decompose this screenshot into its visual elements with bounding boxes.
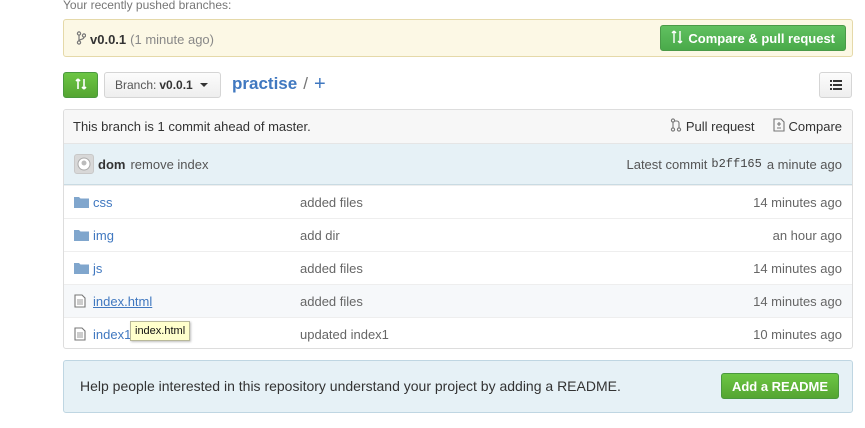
readme-prompt: Help people interested in this repositor… <box>63 360 853 413</box>
pull-request-label: Pull request <box>685 119 755 134</box>
branch-select-value: v0.0.1 <box>159 78 193 92</box>
folder-icon <box>74 196 90 208</box>
compare-icon <box>671 30 683 47</box>
file-commit-message[interactable]: added files <box>300 294 363 309</box>
branch-info-bar: This branch is 1 commit ahead of master.… <box>64 110 852 144</box>
file-name-link[interactable]: index.html <box>93 294 152 309</box>
chevron-down-icon <box>199 83 208 87</box>
repo-name-link[interactable]: practise <box>232 74 297 94</box>
branch-select-button[interactable]: Branch: v0.0.1 <box>104 72 221 98</box>
latest-commit-label: Latest commit <box>626 156 708 172</box>
branch-select-prefix: Branch: <box>115 78 157 92</box>
file-age: 14 minutes ago <box>753 293 842 309</box>
file-name-link[interactable]: img <box>93 228 114 243</box>
new-file-button[interactable]: + <box>314 74 326 94</box>
file-age: 14 minutes ago <box>753 260 842 276</box>
file-commit-message[interactable]: add dir <box>300 228 340 243</box>
file-commit-message[interactable]: added files <box>300 195 363 210</box>
avatar[interactable] <box>74 154 94 174</box>
file-row-css: css added files 14 minutes ago <box>64 185 852 218</box>
pull-request-icon <box>670 118 682 135</box>
file-icon <box>74 294 90 308</box>
list-icon <box>829 78 842 93</box>
file-name-link[interactable]: index1 <box>93 327 131 342</box>
breadcrumb-separator: / <box>303 74 308 93</box>
compare-review-button[interactable] <box>63 72 98 98</box>
file-age: 14 minutes ago <box>753 194 842 210</box>
recent-branch-notice: v0.0.1 (1 minute ago) Compare & pull req… <box>63 19 853 57</box>
compare-link[interactable]: Compare <box>772 118 842 135</box>
file-row-img: img add dir an hour ago <box>64 218 852 251</box>
file-browser: This branch is 1 commit ahead of master.… <box>63 109 853 349</box>
commit-message[interactable]: remove index <box>130 157 208 172</box>
file-age: an hour ago <box>772 227 842 243</box>
folder-icon <box>74 229 90 241</box>
recent-branch-info: v0.0.1 (1 minute ago) <box>76 31 214 48</box>
recent-branch-link[interactable]: v0.0.1 <box>90 32 126 47</box>
file-row-index-html: index.html added files 14 minutes ago <box>64 284 852 317</box>
folder-icon <box>74 262 90 274</box>
commit-sha[interactable]: b2ff165 <box>711 157 761 171</box>
readme-prompt-text: Help people interested in this repositor… <box>80 378 621 394</box>
file-age: 10 minutes ago <box>753 326 842 342</box>
commit-author[interactable]: dom <box>98 157 125 172</box>
compare-review-icon <box>74 77 88 94</box>
compare-pull-request-label: Compare & pull request <box>688 30 835 46</box>
breadcrumb: practise / + <box>232 74 326 94</box>
list-view-button[interactable] <box>819 72 852 98</box>
compare-file-icon <box>772 118 785 135</box>
tooltip: index.html <box>130 321 191 341</box>
file-commit-message[interactable]: updated index1 <box>300 327 389 342</box>
file-commit-message[interactable]: added files <box>300 261 363 276</box>
add-readme-button[interactable]: Add a README <box>720 373 839 399</box>
file-row-js: js added files 14 minutes ago <box>64 251 852 284</box>
file-name-link[interactable]: css <box>93 195 113 210</box>
branch-ahead-text: This branch is 1 commit ahead of master. <box>73 119 311 134</box>
pull-request-link[interactable]: Pull request <box>670 118 755 135</box>
file-icon <box>74 327 90 341</box>
recent-branch-time: (1 minute ago) <box>130 32 214 47</box>
compare-pull-request-button[interactable]: Compare & pull request <box>660 25 846 51</box>
branch-icon <box>76 31 87 48</box>
compare-label: Compare <box>788 119 842 134</box>
latest-commit-bar: dom remove index Latest commit b2ff165 a… <box>64 144 852 185</box>
recent-branches-title: Your recently pushed branches: <box>63 0 232 12</box>
file-name-link[interactable]: js <box>93 261 102 276</box>
commit-age: a minute ago <box>766 156 842 172</box>
